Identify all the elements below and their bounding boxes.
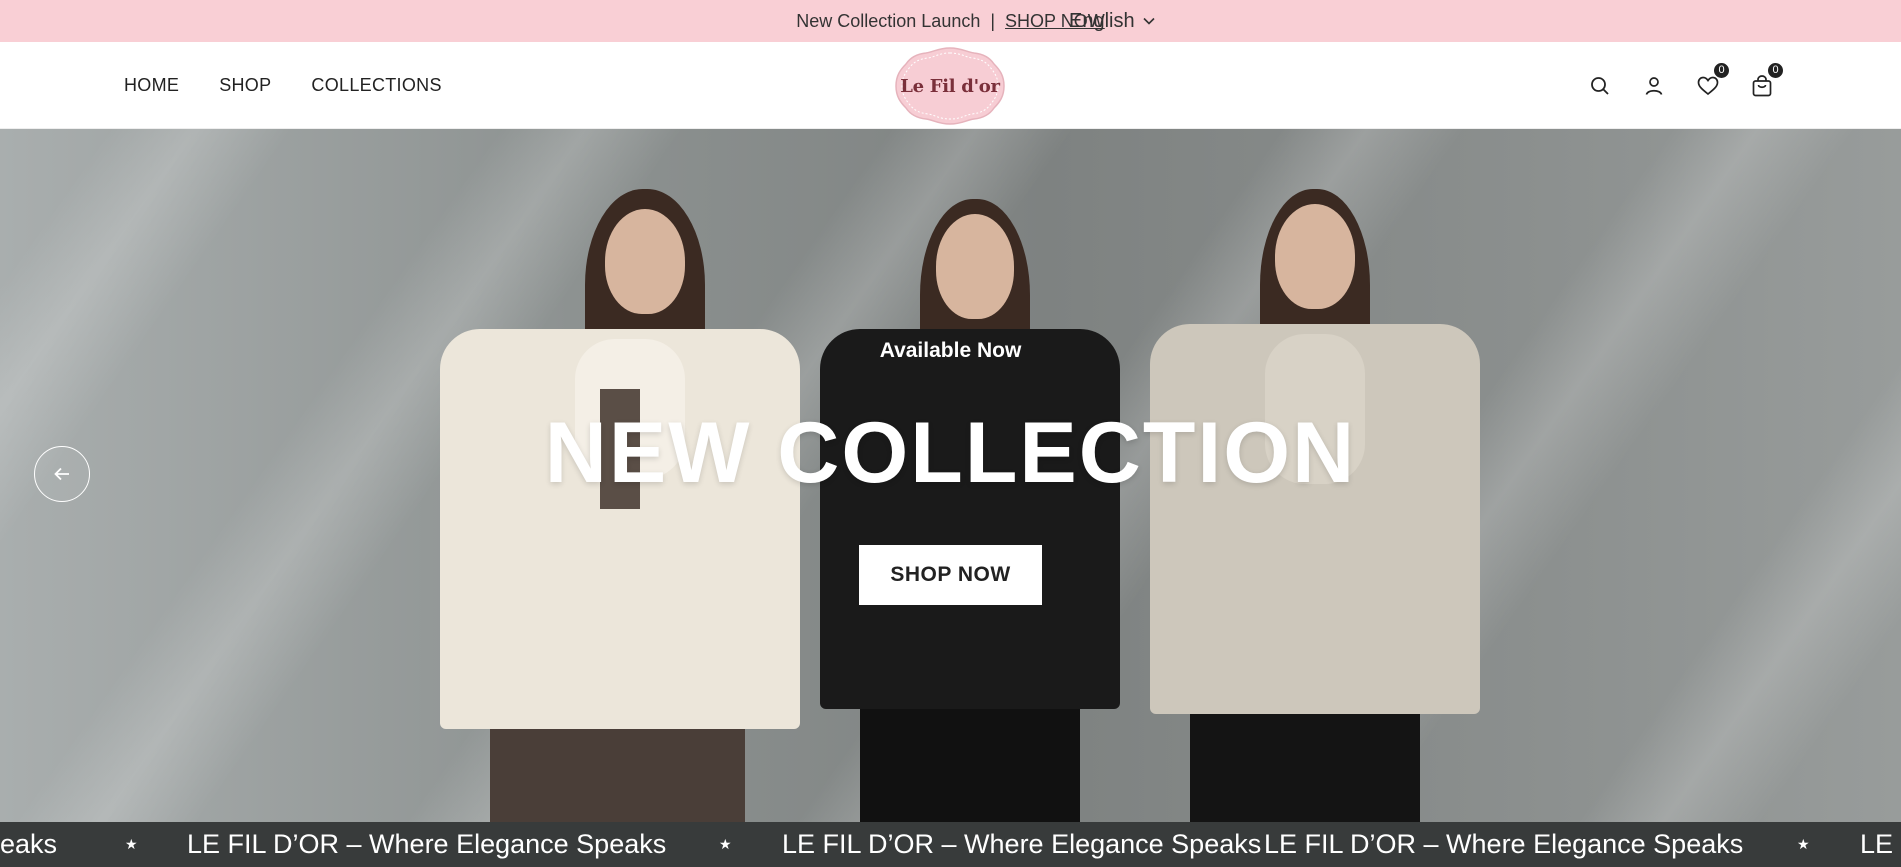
cart-count-badge: 0 xyxy=(1767,61,1784,79)
hero-subtitle: Available Now xyxy=(879,339,1022,362)
language-label: English xyxy=(1069,9,1135,32)
arrow-left-icon xyxy=(54,467,69,481)
bag-icon xyxy=(1752,74,1772,96)
search-icon xyxy=(1591,76,1609,95)
marquee-item: eaks xyxy=(0,829,58,859)
wishlist-button[interactable]: 0 xyxy=(1696,61,1730,98)
announcement-bar: New Collection Launch | SHOP NOW English xyxy=(0,0,1901,42)
chevron-down-icon xyxy=(1143,17,1155,25)
header-icons: 0 0 xyxy=(1588,42,1784,129)
language-selector[interactable]: English xyxy=(1069,0,1155,42)
marquee-banner: eaks ★ LE FIL D’OR – Where Elegance Spea… xyxy=(0,822,1901,867)
main-nav: HOME SHOP COLLECTIONS xyxy=(124,42,442,129)
user-icon xyxy=(1645,76,1663,95)
star-icon: ★ xyxy=(1797,836,1810,852)
marquee-item: LE F xyxy=(1860,829,1901,859)
star-icon: ★ xyxy=(125,836,138,852)
cart-button[interactable]: 0 xyxy=(1750,61,1784,98)
nav-item-collections[interactable]: COLLECTIONS xyxy=(311,75,441,96)
slider-prev-button[interactable] xyxy=(34,446,90,502)
hero-model-center-image xyxy=(820,199,1120,822)
site-logo[interactable]: Le Fil d'or xyxy=(894,46,1006,126)
star-icon: ★ xyxy=(719,836,732,852)
account-button[interactable] xyxy=(1642,74,1666,98)
hero-title: NEW COLLECTION xyxy=(544,405,1357,501)
announcement-separator: | xyxy=(990,10,996,31)
announcement-text: New Collection Launch xyxy=(796,10,981,31)
nav-item-shop[interactable]: SHOP xyxy=(219,75,271,96)
wishlist-count-badge: 0 xyxy=(1713,61,1730,79)
marquee-item: LE FIL D’OR – Where Elegance Speaks xyxy=(1264,829,1744,859)
hero-model-left-image xyxy=(440,189,800,822)
marquee-item: LE FIL D’OR – Where Elegance Speaks xyxy=(187,829,667,859)
logo-text: Le Fil d'or xyxy=(900,75,1000,97)
site-header: HOME SHOP COLLECTIONS Le Fil d'or 0 0 xyxy=(0,42,1901,129)
marquee-item: LE FIL D’OR – Where Elegance Speaks xyxy=(782,829,1262,859)
hero-banner: Available Now NEW COLLECTION SHOP NOW xyxy=(0,129,1901,822)
hero-model-right-image xyxy=(1150,189,1480,822)
hero-shop-now-button[interactable]: SHOP NOW xyxy=(859,545,1042,605)
heart-icon xyxy=(1697,76,1719,95)
nav-item-home[interactable]: HOME xyxy=(124,75,179,96)
search-button[interactable] xyxy=(1588,74,1612,98)
